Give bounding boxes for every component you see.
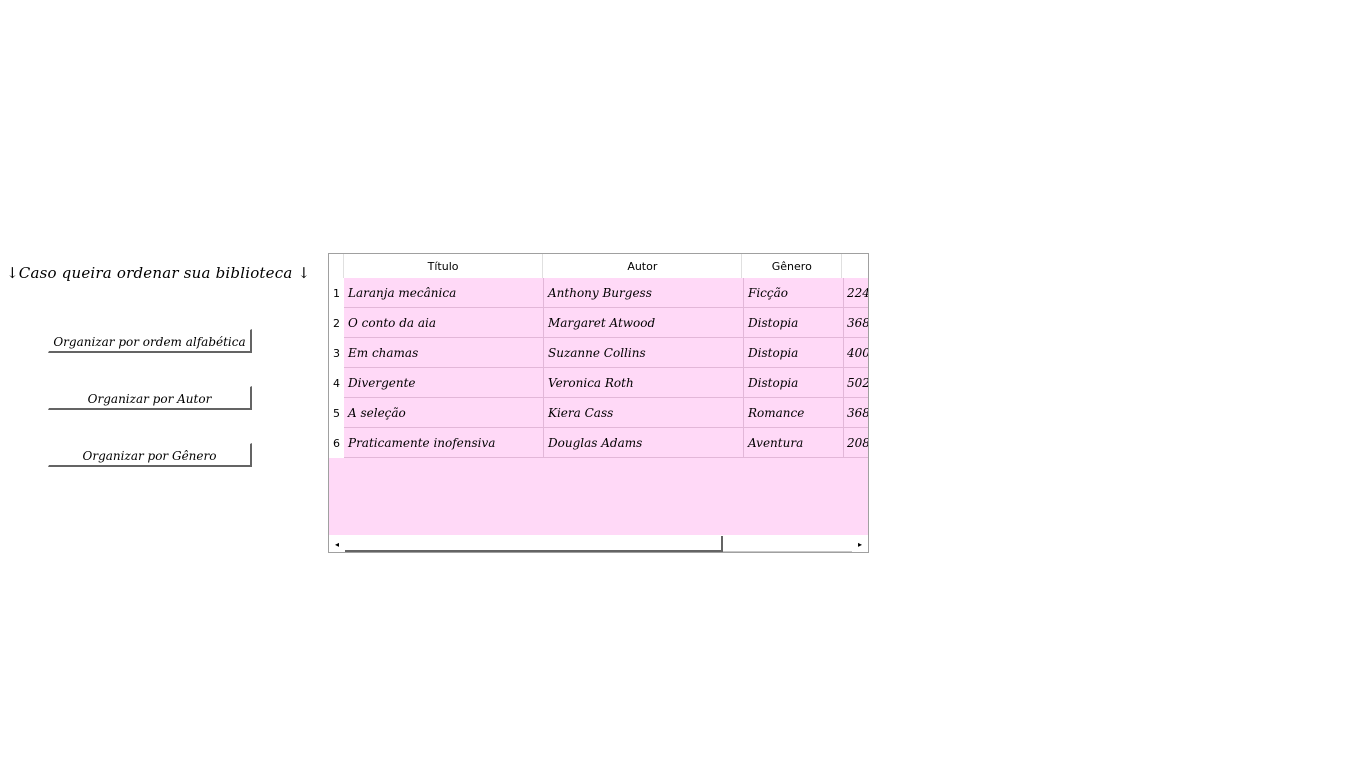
table-row[interactable]: 2 O conto da aia Margaret Atwood Distopi… [329,308,868,338]
cell-autor[interactable]: Veronica Roth [544,368,744,398]
row-number: 4 [329,368,344,398]
row-number: 2 [329,308,344,338]
table-row[interactable]: 5 A seleção Kiera Cass Romance 368 [329,398,868,428]
library-table[interactable]: Título Autor Gênero 1 Laranja mecânica A… [328,253,869,553]
scroll-right-icon[interactable]: ▸ [852,536,868,552]
table-header: Título Autor Gênero [329,254,868,278]
scrollbar-track[interactable] [723,551,852,552]
sort-by-author-button[interactable]: Organizar por Autor [48,386,252,410]
cell-paginas[interactable]: 368 [844,308,868,338]
scroll-left-icon[interactable]: ◂ [329,536,345,552]
table-row[interactable]: 4 Divergente Veronica Roth Distopia 502 [329,368,868,398]
cell-paginas[interactable]: 368 [844,398,868,428]
table-row[interactable]: 3 Em chamas Suzanne Collins Distopia 400 [329,338,868,368]
cell-autor[interactable]: Suzanne Collins [544,338,744,368]
horizontal-scrollbar[interactable]: ◂ ▸ [329,535,868,552]
column-header-paginas[interactable] [842,254,868,278]
cell-genero[interactable]: Ficção [744,278,844,308]
cell-genero[interactable]: Distopia [744,338,844,368]
cell-titulo[interactable]: O conto da aia [344,308,544,338]
cell-genero[interactable]: Distopia [744,368,844,398]
table-row[interactable]: 6 Praticamente inofensiva Douglas Adams … [329,428,868,458]
row-number: 5 [329,398,344,428]
cell-paginas[interactable]: 208 [844,428,868,458]
cell-titulo[interactable]: A seleção [344,398,544,428]
row-number: 6 [329,428,344,458]
cell-titulo[interactable]: Divergente [344,368,544,398]
cell-genero[interactable]: Romance [744,398,844,428]
cell-titulo[interactable]: Laranja mecânica [344,278,544,308]
sort-hint-label: ↓Caso queira ordenar sua biblioteca ↓ [6,264,311,282]
scrollbar-thumb[interactable] [345,536,723,552]
header-corner [329,254,344,278]
cell-paginas[interactable]: 400 [844,338,868,368]
cell-autor[interactable]: Douglas Adams [544,428,744,458]
cell-autor[interactable]: Anthony Burgess [544,278,744,308]
column-header-titulo[interactable]: Título [343,254,544,278]
row-number: 1 [329,278,344,308]
table-row[interactable]: 1 Laranja mecânica Anthony Burgess Ficçã… [329,278,868,308]
app-window: ↓Caso queira ordenar sua biblioteca ↓ Or… [0,0,1366,768]
cell-titulo[interactable]: Praticamente inofensiva [344,428,544,458]
cell-genero[interactable]: Distopia [744,308,844,338]
column-header-autor[interactable]: Autor [543,254,743,278]
cell-titulo[interactable]: Em chamas [344,338,544,368]
row-number: 3 [329,338,344,368]
column-header-genero[interactable]: Gênero [742,254,843,278]
sort-alphabetical-button[interactable]: Organizar por ordem alfabética [48,329,252,353]
cell-autor[interactable]: Margaret Atwood [544,308,744,338]
table-body: 1 Laranja mecânica Anthony Burgess Ficçã… [329,278,868,458]
cell-genero[interactable]: Aventura [744,428,844,458]
sort-by-genre-button[interactable]: Organizar por Gênero [48,443,252,467]
cell-paginas[interactable]: 502 [844,368,868,398]
cell-autor[interactable]: Kiera Cass [544,398,744,428]
cell-paginas[interactable]: 224 [844,278,868,308]
